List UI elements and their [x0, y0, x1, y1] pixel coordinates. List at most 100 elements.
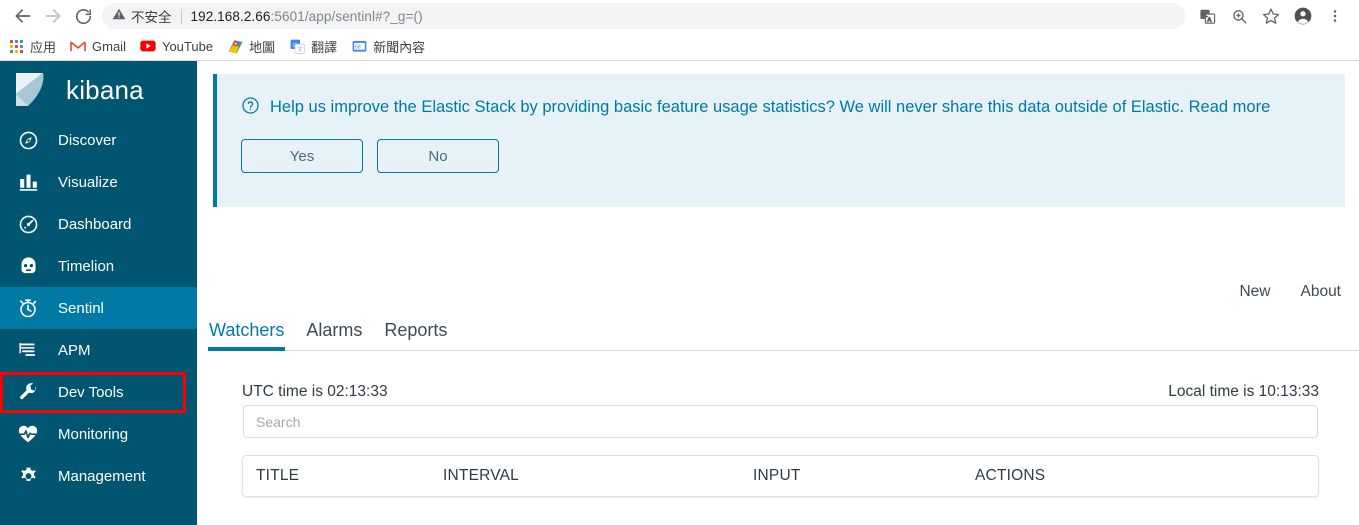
sidebar-item-label: APM: [58, 341, 91, 359]
question-circle-icon: [241, 96, 260, 120]
youtube-icon: [140, 38, 156, 54]
apm-lines-icon: [14, 338, 42, 362]
google-maps-icon: [227, 38, 243, 54]
sidebar-item-label: Visualize: [58, 173, 118, 191]
search-input[interactable]: [243, 405, 1318, 438]
sidebar-item-discover[interactable]: Discover: [0, 119, 197, 161]
column-header-title[interactable]: TITLE: [243, 467, 443, 485]
column-header-actions[interactable]: ACTIONS: [975, 467, 1045, 485]
bookmark-youtube[interactable]: YouTube: [140, 38, 213, 54]
apps-grid-icon: [8, 38, 24, 54]
profile-avatar-icon: [1293, 6, 1313, 26]
sidebar-item-label: Timelion: [58, 257, 115, 275]
telemetry-buttons: Yes No: [241, 139, 1325, 173]
sidebar-item-label: Sentinl: [58, 299, 104, 317]
svg-text:A: A: [1207, 17, 1211, 23]
gauge-icon: [14, 212, 42, 236]
page-top-links: New About: [1209, 283, 1341, 301]
kibana-brand[interactable]: kibana: [0, 61, 197, 119]
zoom-button[interactable]: [1223, 2, 1255, 30]
telemetry-yes-button[interactable]: Yes: [241, 139, 363, 173]
sidebar-item-label: Management: [58, 467, 146, 485]
omnibox-action-icons: 文 A: [1191, 2, 1351, 30]
address-bar[interactable]: 不安全 192.168.2.66:5601/app/sentinl#?_g=(): [102, 3, 1185, 29]
local-time-label: Local time is 10:13:33: [1168, 383, 1319, 400]
new-link[interactable]: New: [1239, 283, 1270, 301]
bookmark-label: 地圖: [249, 39, 276, 55]
reload-button[interactable]: [68, 1, 98, 31]
gmail-icon: [70, 38, 86, 54]
sidebar-item-dev-tools[interactable]: Dev Tools: [0, 371, 197, 413]
url-host: 192.168.2.66: [190, 8, 271, 24]
three-dot-menu-icon: [1327, 8, 1343, 24]
security-label: 不安全: [131, 10, 172, 25]
utc-time-label: UTC time is 02:13:33: [242, 383, 388, 400]
google-translate-icon: G 文: [289, 38, 305, 54]
url-text: 192.168.2.66:5601/app/sentinl#?_g=(): [191, 9, 423, 24]
bookmark-button[interactable]: [1255, 2, 1287, 30]
sidebar-item-label: Dashboard: [58, 215, 132, 233]
sidebar-item-apm[interactable]: APM: [0, 329, 197, 371]
translate-button[interactable]: 文 A: [1191, 2, 1223, 30]
bookmark-maps[interactable]: 地圖: [227, 37, 275, 56]
telemetry-banner: Help us improve the Elastic Stack by pro…: [213, 74, 1345, 207]
kibana-app: kibana Discover Visualize Dashboard Time…: [0, 61, 1359, 525]
telemetry-message: Help us improve the Elastic Stack by pro…: [270, 98, 1271, 117]
svg-text:68: 68: [355, 45, 361, 51]
star-icon: [1262, 7, 1280, 25]
kibana-wordmark: kibana: [66, 74, 144, 105]
url-path: :5601/app/sentinl#?_g=(): [270, 8, 423, 24]
bookmarks-bar: 应用 Gmail YouTube 地圖 文 翻譯 68 新聞內容: [0, 32, 1359, 61]
watchers-table: TITLE INTERVAL INPUT ACTIONS: [242, 455, 1319, 497]
sidebar-item-management[interactable]: Management: [0, 455, 197, 497]
sidebar-item-visualize[interactable]: Visualize: [0, 161, 197, 203]
compass-icon: [14, 128, 42, 152]
column-header-input[interactable]: INPUT: [753, 467, 975, 485]
warning-triangle-icon: [112, 7, 126, 26]
main-content: Help us improve the Elastic Stack by pro…: [197, 61, 1359, 525]
bar-chart-icon: [14, 170, 42, 194]
security-status[interactable]: 不安全: [112, 6, 172, 26]
back-button[interactable]: [8, 1, 38, 31]
bookmark-translate[interactable]: G 文 翻譯: [289, 37, 337, 56]
sidebar-item-dashboard[interactable]: Dashboard: [0, 203, 197, 245]
back-arrow-icon: [13, 6, 33, 26]
profile-button[interactable]: [1287, 2, 1319, 30]
sidebar-item-label: Monitoring: [58, 425, 129, 443]
tab-reports[interactable]: Reports: [383, 320, 448, 350]
telemetry-no-button[interactable]: No: [377, 139, 499, 173]
bookmark-label: YouTube: [161, 38, 214, 54]
timelion-icon: [14, 254, 42, 278]
bookmark-label: Gmail: [92, 38, 126, 54]
sidebar-item-timelion[interactable]: Timelion: [0, 245, 197, 287]
tab-watchers[interactable]: Watchers: [208, 320, 286, 351]
wrench-icon: [14, 380, 42, 404]
telemetry-message-row: Help us improve the Elastic Stack by pro…: [241, 96, 1325, 120]
tab-alarms[interactable]: Alarms: [305, 320, 363, 350]
sidebar-item-monitoring[interactable]: Monitoring: [0, 413, 197, 455]
google-news-icon: 68: [351, 38, 367, 54]
omnibox-divider: [180, 8, 182, 24]
forward-button[interactable]: [38, 1, 68, 31]
bookmark-label: 应用: [30, 39, 57, 55]
reload-icon: [74, 7, 93, 26]
browser-navigation-bar: 不安全 192.168.2.66:5601/app/sentinl#?_g=()…: [0, 0, 1359, 32]
browser-chrome: 不安全 192.168.2.66:5601/app/sentinl#?_g=()…: [0, 0, 1359, 61]
gear-icon: [14, 464, 42, 488]
bookmark-apps[interactable]: 应用: [8, 37, 56, 56]
search-wrapper: [242, 405, 1319, 438]
bookmark-gmail[interactable]: Gmail: [70, 38, 126, 54]
about-link[interactable]: About: [1300, 283, 1341, 301]
column-header-interval[interactable]: INTERVAL: [443, 467, 753, 485]
bookmark-label: 翻譯: [311, 39, 338, 55]
zoom-search-icon: [1231, 8, 1248, 25]
translate-icon: 文 A: [1199, 8, 1216, 25]
bookmark-news[interactable]: 68 新聞內容: [351, 37, 425, 56]
global-nav-sidebar: kibana Discover Visualize Dashboard Time…: [0, 61, 197, 525]
browser-menu-button[interactable]: [1319, 2, 1351, 30]
bookmark-label: 新聞內容: [373, 39, 426, 55]
stopwatch-icon: [14, 296, 42, 320]
time-row: UTC time is 02:13:33 Local time is 10:13…: [242, 383, 1319, 401]
sidebar-item-sentinl[interactable]: Sentinl: [0, 287, 197, 329]
sidebar-item-label: Dev Tools: [58, 383, 124, 401]
